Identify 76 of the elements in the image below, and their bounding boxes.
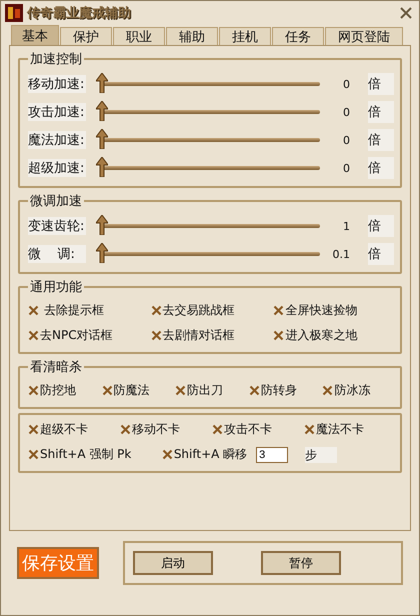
checkbox[interactable] <box>28 330 39 341</box>
checkbox[interactable] <box>322 385 334 396</box>
slider-value: 1 <box>342 220 351 232</box>
checkbox[interactable] <box>102 385 113 396</box>
unit-label: 倍 <box>368 215 394 237</box>
slider-thumb[interactable] <box>96 73 108 93</box>
logo-icon <box>5 4 23 22</box>
option-label: 去交易跳战框 <box>162 302 235 319</box>
group-title: 通用功能 <box>29 279 83 296</box>
option-label: 防出刀 <box>187 382 224 399</box>
checkbox[interactable] <box>150 330 162 341</box>
checkbox[interactable] <box>162 449 173 460</box>
option-label: 魔法不卡 <box>316 421 364 438</box>
option-label: Shift+A 瞬移 <box>174 446 248 463</box>
unit-label: 步 <box>305 446 338 462</box>
slider-label: 超级加速: <box>28 159 86 177</box>
checkbox[interactable] <box>28 305 39 316</box>
slider-value: 0 <box>342 134 351 146</box>
slider-value: 0 <box>342 162 351 174</box>
window-title: 传奇霸业魔戒辅助 <box>27 4 132 22</box>
unit-label: 倍 <box>368 129 394 151</box>
slider-label: 魔法加速: <box>28 131 86 149</box>
action-button[interactable]: 启动 <box>133 551 213 575</box>
option-label: 去NPC对话框 <box>40 327 113 344</box>
slider-label: 移动加速: <box>28 75 86 93</box>
slider-value: 0 <box>342 78 351 90</box>
unit-label: 倍 <box>368 243 394 265</box>
unit-label: 倍 <box>368 73 394 95</box>
checkbox[interactable] <box>28 424 39 435</box>
checkbox[interactable] <box>273 330 284 341</box>
option-label: Shift+A 强制 Pk <box>40 446 132 463</box>
checkbox[interactable] <box>175 385 186 396</box>
group-title: 看清暗杀 <box>29 359 83 376</box>
checkbox[interactable] <box>273 305 284 316</box>
checkbox[interactable] <box>28 385 39 396</box>
slider-thumb[interactable] <box>96 215 108 235</box>
input-field[interactable]: 3 <box>256 446 288 462</box>
checkbox[interactable] <box>150 305 162 316</box>
tab[interactable]: 任务 <box>272 27 324 45</box>
group-title: 加速控制 <box>29 51 83 68</box>
slider-thumb[interactable] <box>96 101 108 121</box>
option-label: 全屏快速捡物 <box>285 302 358 319</box>
tab[interactable]: 挂机 <box>219 27 271 45</box>
slider-label: 变速齿轮: <box>28 217 86 235</box>
slider-thumb[interactable] <box>96 157 108 177</box>
option-label: 去除提示框 <box>42 302 104 319</box>
tab[interactable]: 辅助 <box>166 27 218 45</box>
option-label: 攻击不卡 <box>224 421 272 438</box>
slider-value: 0.1 <box>332 248 351 260</box>
checkbox[interactable] <box>248 385 260 396</box>
slider-thumb[interactable] <box>96 243 108 263</box>
tab[interactable]: 保护 <box>60 27 112 45</box>
action-button[interactable]: 暂停 <box>261 551 341 575</box>
unit-label: 倍 <box>368 157 394 179</box>
unit-label: 倍 <box>368 101 394 123</box>
option-label: 防挖地 <box>40 382 76 399</box>
tab[interactable]: 基本 <box>11 25 59 45</box>
checkbox[interactable] <box>304 424 315 435</box>
slider-thumb[interactable] <box>96 129 108 149</box>
checkbox[interactable] <box>212 424 223 435</box>
checkbox[interactable] <box>120 424 131 435</box>
tab[interactable]: 网页登陆 <box>325 27 403 45</box>
option-label: 进入极寒之地 <box>285 327 358 344</box>
slider-value: 0 <box>342 106 351 118</box>
option-label: 防魔法 <box>114 382 150 399</box>
slider-label: 微 调: <box>28 245 86 263</box>
option-label: 去剧情对话框 <box>162 327 235 344</box>
checkbox[interactable] <box>28 449 39 460</box>
close-icon[interactable] <box>399 6 413 20</box>
group-title: 微调加速 <box>29 193 83 210</box>
option-label: 超级不卡 <box>40 421 88 438</box>
option-label: 防冰冻 <box>334 382 370 399</box>
tab[interactable]: 职业 <box>113 27 165 45</box>
option-label: 防转身 <box>260 382 297 399</box>
option-label: 移动不卡 <box>132 421 180 438</box>
slider-label: 攻击加速: <box>28 103 86 121</box>
